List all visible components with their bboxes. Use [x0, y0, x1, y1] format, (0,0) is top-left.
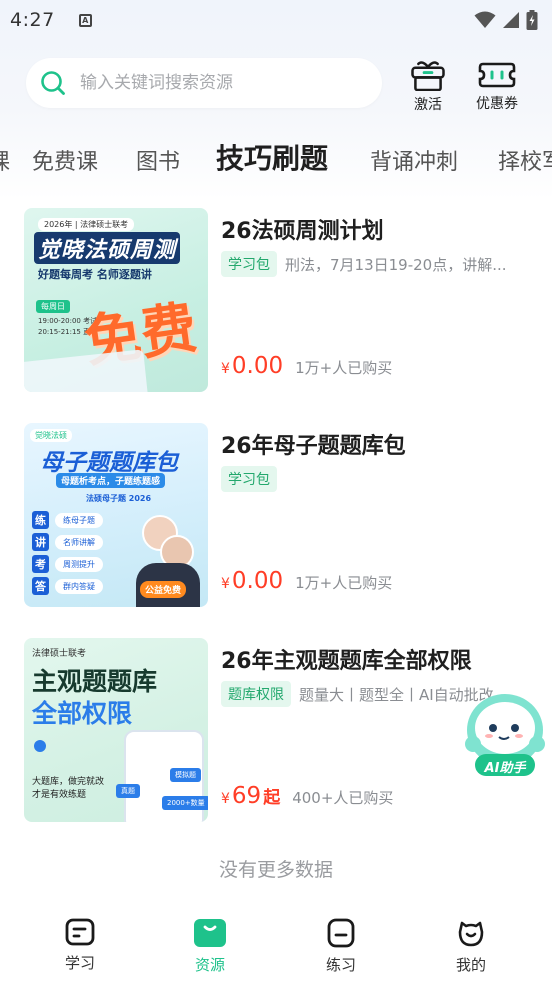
price-currency: ¥ [221, 791, 230, 807]
product-tag: 学习包 [221, 466, 277, 492]
price-currency: ¥ [221, 576, 230, 592]
ai-assistant-label: AI助手 [484, 761, 526, 776]
thumb-chip-1: 真题 [116, 784, 140, 798]
status-bar: 4:27 A [0, 0, 552, 40]
thumb-step-list: 练练母子题 讲名师讲解 考周测提升 答群内答疑 [32, 511, 132, 595]
bottom-navigation: 学习 资源 练习 我的 [0, 910, 552, 983]
tab-free-course[interactable]: 免费课 [32, 144, 98, 176]
study-icon [65, 918, 95, 946]
price-row: ¥ 69 起 400+人已购买 [221, 783, 393, 809]
activate-label: 激活 [414, 97, 442, 113]
nav-study[interactable]: 学习 [40, 918, 120, 973]
practice-icon [327, 918, 355, 948]
product-desc: 刑法，7月13日19-20点，讲解... [285, 255, 507, 274]
thumb-chip-2: 模拟题 [170, 768, 201, 782]
nav-profile[interactable]: 我的 [431, 918, 511, 975]
thumb-subline-1: 大题库，做完就改 [32, 777, 105, 787]
tab-school-choice[interactable]: 择校军 [498, 144, 552, 176]
product-title: 26法硕周测计划 [221, 219, 384, 244]
thumb-headline: 觉晓法硕周测 [34, 232, 181, 264]
product-card[interactable]: 法律硕士联考 主观题题库 全部权限 大题库，做完就改 才是有效练题 真题 模拟题… [24, 638, 534, 824]
product-thumbnail: 觉晓法硕 母子题题库包 母题析考点，子题练题感 法硕母子题 2026 练练母子题… [24, 423, 208, 607]
thumb-headline: 母子题题库包 [40, 450, 178, 476]
product-card[interactable]: 觉晓法硕 母子题题库包 母题析考点，子题练题感 法硕母子题 2026 练练母子题… [24, 423, 534, 609]
product-meta: 学习包 [221, 466, 526, 492]
coupon-button[interactable]: 优惠券 [467, 60, 527, 114]
no-more-data-text: 没有更多数据 [218, 859, 333, 881]
nav-profile-label: 我的 [455, 956, 486, 974]
price-value: 0.00 [231, 353, 284, 379]
nav-resource[interactable]: 资源 [170, 918, 250, 975]
nav-study-label: 学习 [64, 954, 95, 972]
coupon-icon [478, 62, 516, 88]
status-icons [474, 10, 538, 30]
price-suffix: 起 [263, 788, 281, 808]
product-card[interactable]: 2026年 | 法律硕士联考 觉晓法硕周测 好题每周考 名师逐题讲 每周日 19… [24, 208, 534, 394]
product-thumbnail: 法律硕士联考 主观题题库 全部权限 大题库，做完就改 才是有效练题 真题 模拟题… [24, 638, 208, 822]
wifi-icon [474, 11, 496, 28]
battery-icon [526, 10, 538, 30]
tab-books[interactable]: 图书 [136, 144, 180, 176]
signal-icon [503, 12, 519, 28]
thumb-step: 讲名师讲解 [32, 533, 132, 551]
thumb-subline: 母题析考点，子题练题感 [56, 473, 166, 488]
notification-icon: A [78, 13, 92, 27]
product-meta: 学习包 刑法，7月13日19-20点，讲解... [221, 251, 526, 277]
sold-count: 1万+人已购买 [295, 359, 393, 377]
coupon-label: 优惠券 [476, 96, 518, 112]
category-tabs: 课 免费课 图书 技巧刷题 背诵冲刺 择校军 [0, 132, 552, 184]
thumb-ribbon: 法硕母子题 2026 [86, 494, 152, 503]
thumb-step: 考周测提升 [32, 555, 132, 573]
product-title: 26年母子题题库包 [221, 434, 406, 459]
search-bar[interactable] [26, 58, 382, 108]
thumb-subline-2: 才是有效练题 [32, 790, 87, 800]
price-value: 69 [231, 783, 262, 809]
price-value: 0.00 [231, 568, 284, 594]
header: 激活 优惠券 [0, 58, 552, 113]
thumb-badge: 公益免费 [140, 581, 187, 598]
product-title: 26年主观题题库全部权限 [221, 649, 472, 674]
activate-button[interactable]: 激活 [398, 60, 458, 114]
thumb-top-tag: 2026年 | 法律硕士联考 [38, 218, 135, 231]
thumb-badge: 每周日 [36, 300, 70, 313]
tab-partial-left[interactable]: 课 [0, 144, 10, 176]
nav-practice-label: 练习 [325, 956, 356, 974]
thumb-step: 答群内答疑 [32, 577, 132, 595]
search-input[interactable] [80, 73, 360, 93]
product-thumbnail: 2026年 | 法律硕士联考 觉晓法硕周测 好题每周考 名师逐题讲 每周日 19… [24, 208, 208, 392]
thumb-headline-2: 全部权限 [32, 699, 133, 728]
price-currency: ¥ [221, 361, 230, 377]
sold-count: 400+人已购买 [292, 789, 394, 807]
nav-resource-label: 资源 [194, 956, 225, 974]
price-row: ¥ 0.00 1万+人已购买 [221, 353, 392, 379]
tab-skill-practice[interactable]: 技巧刷题 [216, 137, 328, 177]
thumb-top-tag: 法律硕士联考 [32, 649, 87, 659]
nav-practice[interactable]: 练习 [301, 918, 381, 975]
profile-icon [458, 921, 484, 947]
thumb-chip-3: 2000+数量 [162, 796, 208, 810]
gift-box-icon [411, 61, 445, 91]
ai-assistant-button[interactable]: AI助手 [463, 690, 547, 780]
product-tag: 学习包 [221, 251, 277, 277]
search-icon [41, 71, 65, 95]
thumb-subline: 好题每周考 名师逐题讲 [38, 268, 152, 281]
thumb-logo: 觉晓法硕 [30, 429, 72, 442]
thumb-paper-decor [24, 349, 149, 392]
product-tag: 题库权限 [221, 681, 291, 707]
tab-recitation-sprint[interactable]: 背诵冲刺 [370, 144, 458, 176]
sold-count: 1万+人已购买 [295, 574, 393, 592]
thumb-headline-1: 主观题题库 [32, 667, 158, 696]
thumb-step: 练练母子题 [32, 511, 132, 529]
download-icon [34, 740, 46, 752]
resource-icon [194, 919, 226, 947]
status-time: 4:27 [10, 9, 55, 31]
price-row: ¥ 0.00 1万+人已购买 [221, 568, 392, 594]
